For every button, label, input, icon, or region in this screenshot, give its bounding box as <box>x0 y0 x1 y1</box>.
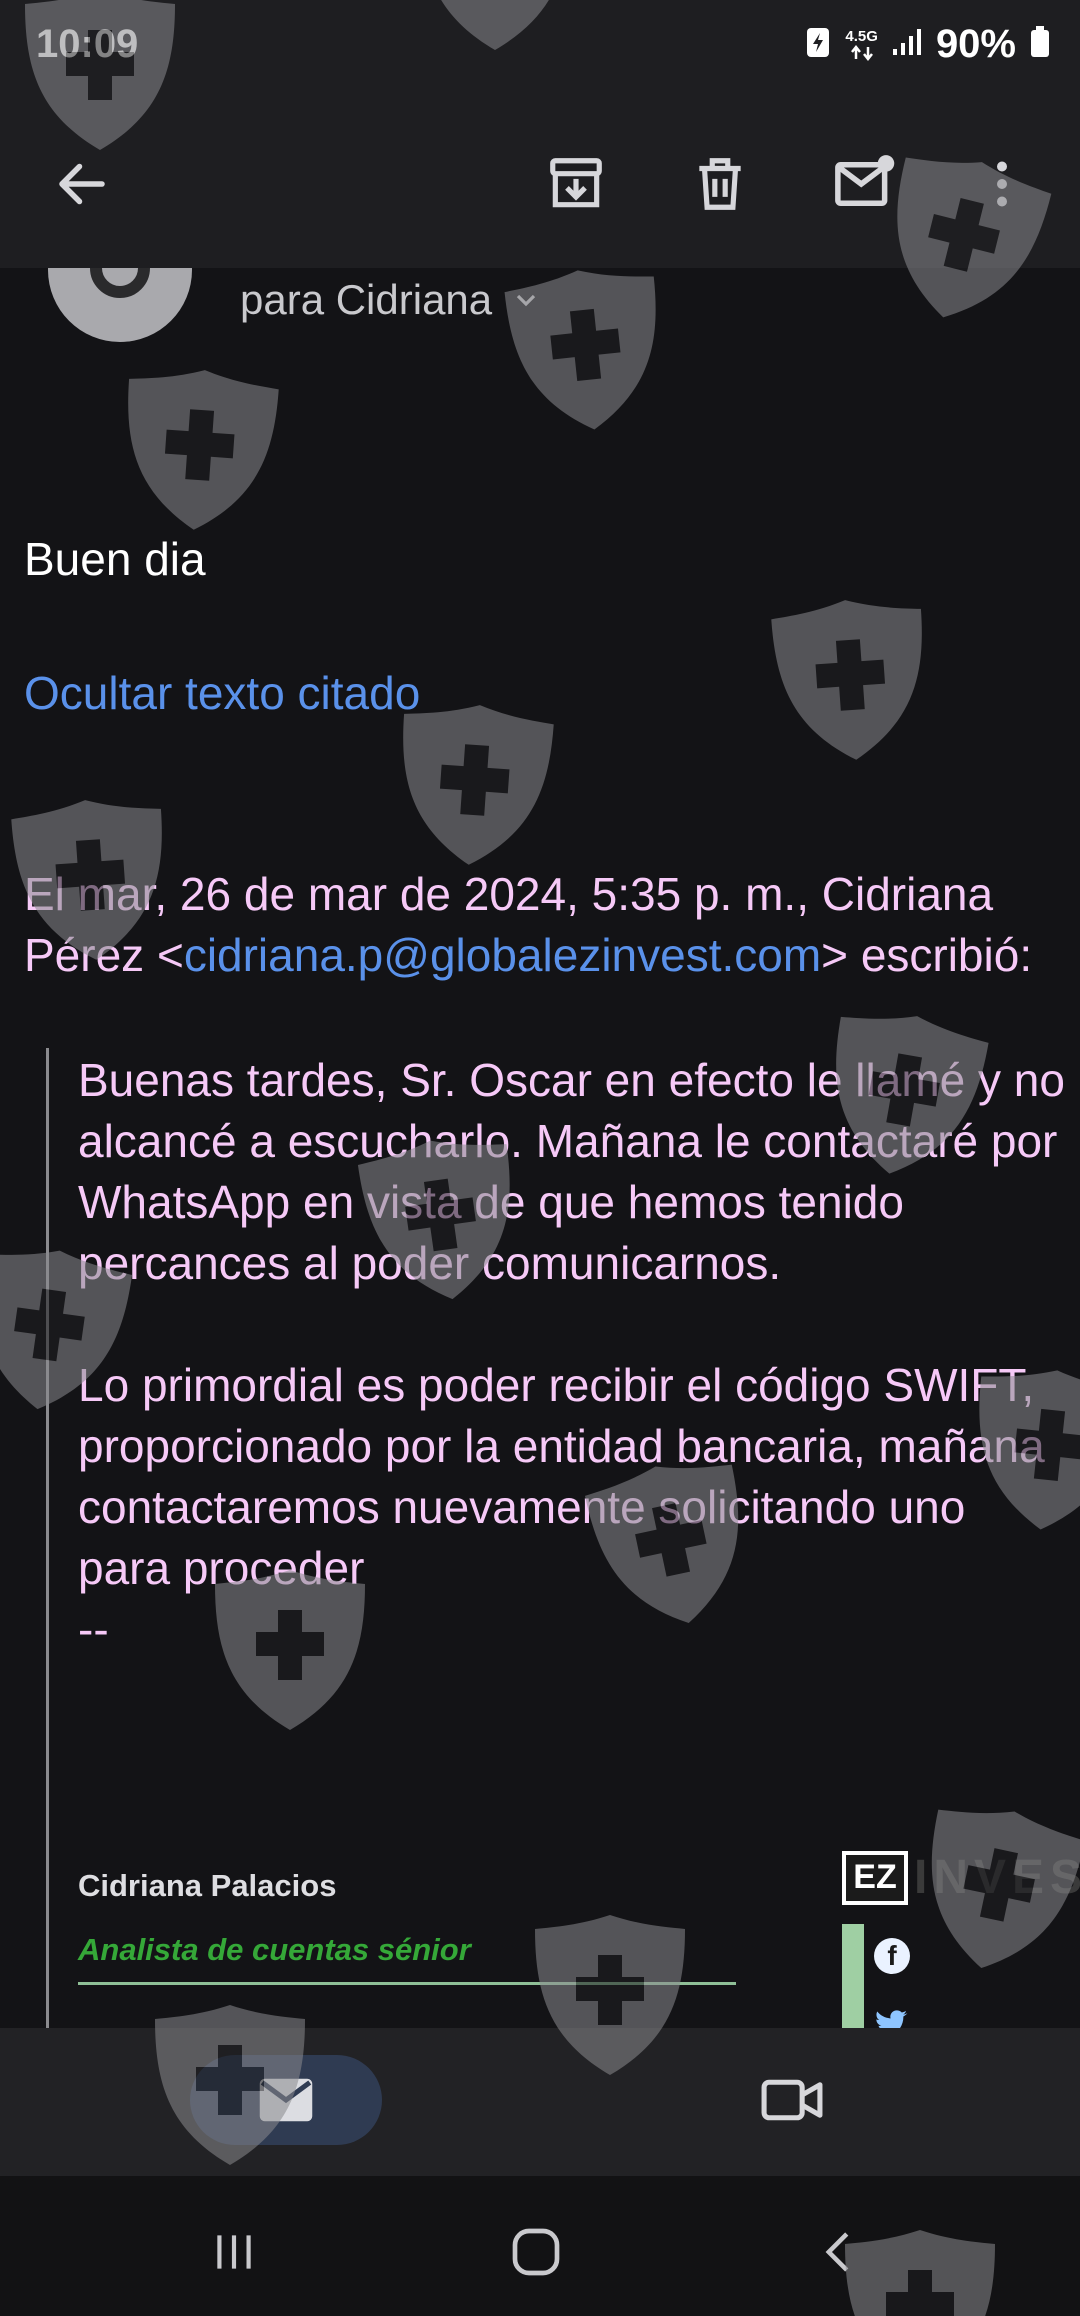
hide-quoted-text-link[interactable]: Ocultar texto citado <box>24 666 420 720</box>
more-vert-icon <box>997 161 1007 207</box>
company-logo: EZ INVES <box>842 1850 1080 1905</box>
signal-icon <box>892 27 922 62</box>
quote-header-suffix: > escribió: <box>821 929 1033 981</box>
recipient-line: para Cidriana <box>240 276 493 323</box>
quote-indent-bar <box>46 1048 49 2028</box>
battery-percent: 90% <box>935 22 1016 66</box>
quoted-paragraph: Buenas tardes, Sr. Oscar en efecto le ll… <box>78 1054 1065 1289</box>
recents-icon <box>217 2235 251 2269</box>
arrow-left-icon <box>59 163 105 205</box>
status-time: 10:09 <box>36 22 139 66</box>
chevron-down-icon <box>517 294 536 307</box>
mail-icon <box>259 2078 313 2122</box>
more-options-button[interactable] <box>954 136 1050 232</box>
network-type: 4.5G <box>845 27 878 45</box>
status-bar: 10:09 4.5G 90% <box>0 0 1080 100</box>
quoted-paragraph: Lo primordial es poder recibir el código… <box>78 1359 1045 1594</box>
facebook-icon[interactable]: f <box>874 1938 910 1974</box>
recipient-details-toggle[interactable]: para Cidriana <box>240 276 542 324</box>
mail-unread-icon <box>835 155 895 206</box>
logo-text: INVES <box>914 1851 1080 1904</box>
mark-unread-button[interactable] <box>816 136 912 232</box>
video-camera-icon <box>761 2079 823 2121</box>
sender-email-link[interactable]: cidriana.p@globalezinvest.com <box>184 929 821 981</box>
trash-icon <box>699 158 741 210</box>
logo-mark: EZ <box>842 1850 908 1905</box>
twitter-icon[interactable] <box>874 2008 910 2028</box>
system-back-button[interactable] <box>800 2216 880 2288</box>
email-greeting: Buen dia <box>24 533 206 585</box>
signature-accent-bar <box>842 1924 864 2028</box>
mail-tab[interactable] <box>190 2055 382 2145</box>
back-button[interactable] <box>34 136 130 232</box>
battery-saver-icon <box>805 25 831 64</box>
home-button[interactable] <box>496 2216 576 2288</box>
meet-tab[interactable] <box>744 2055 840 2145</box>
home-icon <box>512 2228 560 2276</box>
email-content[interactable]: para Cidriana Buen dia Ocultar texto cit… <box>0 268 1080 2028</box>
signature-divider <box>78 1982 736 1985</box>
bottom-navigation <box>0 2028 1080 2176</box>
signature-name: Cidriana Palacios <box>78 1868 337 1903</box>
archive-icon <box>550 158 602 208</box>
delete-button[interactable] <box>672 136 768 232</box>
system-navigation-bar <box>0 2176 1080 2316</box>
sender-avatar[interactable] <box>48 268 192 342</box>
archive-button[interactable] <box>528 136 624 232</box>
message-toolbar <box>0 100 1080 268</box>
status-indicators: 4.5G 90% <box>805 22 1050 67</box>
network-icon: 4.5G <box>845 27 878 61</box>
signature-separator: -- <box>78 1603 109 1655</box>
back-chevron-icon <box>825 2232 849 2272</box>
quote-attribution: El mar, 26 de mar de 2024, 5:35 p. m., C… <box>24 864 1064 986</box>
battery-icon <box>1030 26 1050 63</box>
quoted-message: Buenas tardes, Sr. Oscar en efecto le ll… <box>78 1050 1068 1660</box>
signature-role: Analista de cuentas sénior <box>78 1932 471 1967</box>
recents-button[interactable] <box>194 2216 274 2288</box>
